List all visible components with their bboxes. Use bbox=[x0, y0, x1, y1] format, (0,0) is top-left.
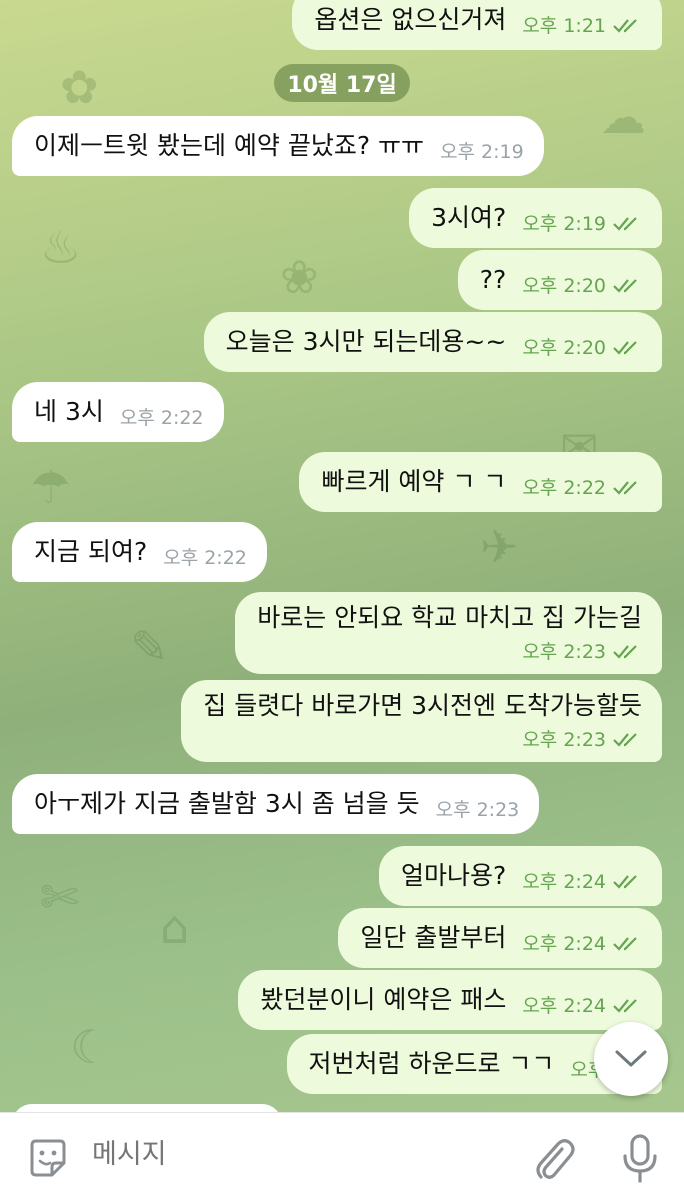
message-bubble-outgoing[interactable]: 집 들렷다 바로가면 3시전엔 도착가능할듯 오후 2:23 bbox=[181, 680, 662, 762]
doodle-icon: ✈ bbox=[480, 520, 519, 574]
message-bubble-outgoing[interactable]: 얼마나용? 오후 2:24 bbox=[379, 846, 662, 906]
message-bubble-outgoing[interactable]: ?? 오후 2:20 bbox=[457, 250, 662, 310]
double-check-icon bbox=[613, 999, 637, 1013]
message-time: 오후 2:19 bbox=[440, 141, 524, 163]
double-check-icon bbox=[613, 481, 637, 495]
message-bubble-incoming[interactable]: 지금 되여? 오후 2:22 bbox=[12, 522, 267, 582]
message-text: 저번처럼 하운드로 ㄱㄱ bbox=[308, 1049, 555, 1078]
message-input[interactable] bbox=[92, 1139, 492, 1170]
message-text: 이제ㅡ트윗 봤는데 예약 끝났죠? ㅠㅠ bbox=[34, 131, 425, 160]
double-check-icon bbox=[613, 279, 637, 293]
message-text: 얼마나용? bbox=[401, 861, 507, 890]
sticker-icon[interactable] bbox=[26, 1137, 70, 1181]
double-check-icon bbox=[613, 645, 637, 659]
message-time: 오후 2:20 bbox=[522, 337, 606, 359]
double-check-icon bbox=[613, 217, 637, 231]
message-bubble-outgoing[interactable]: 오늘은 3시만 되는데용~~ 오후 2:20 bbox=[203, 312, 662, 372]
doodle-icon: ❀ bbox=[280, 250, 319, 304]
doodle-icon: ☾ bbox=[70, 1020, 112, 1074]
message-bubble-outgoing[interactable]: 일단 출발부터 오후 2:24 bbox=[338, 908, 662, 968]
message-time: 오후 2:24 bbox=[522, 995, 606, 1017]
doodle-icon: ☂ bbox=[30, 460, 72, 514]
message-bubble-outgoing[interactable]: 봤던분이니 예약은 패스 오후 2:24 bbox=[238, 970, 662, 1030]
scroll-down-button[interactable] bbox=[594, 1022, 668, 1096]
message-time: 오후 2:19 bbox=[522, 213, 606, 235]
message-bubble-outgoing[interactable]: 바로는 안되요 학교 마치고 집 가는길 오후 2:23 bbox=[235, 592, 662, 674]
message-time: 오후 2:23 bbox=[522, 729, 606, 751]
microphone-icon[interactable] bbox=[620, 1133, 660, 1185]
message-time: 오후 1:21 bbox=[522, 15, 606, 37]
message-bubble-outgoing[interactable]: 3시여? 오후 2:19 bbox=[409, 188, 662, 248]
message-time: 오후 2:22 bbox=[163, 547, 247, 569]
doodle-icon: ✎ bbox=[130, 620, 169, 674]
message-bubble-incoming[interactable]: 네 3시 오후 2:22 bbox=[12, 382, 224, 442]
message-text: 집 들렷다 바로가면 3시전엔 도착가능할듯 bbox=[203, 691, 642, 720]
message-text: 봤던분이니 예약은 패스 bbox=[260, 985, 507, 1014]
date-separator: 10월 17일 bbox=[274, 64, 410, 102]
doodle-icon: ✿ bbox=[60, 60, 99, 114]
double-check-icon bbox=[613, 341, 637, 355]
message-text: 바로는 안되요 학교 마치고 집 가는길 bbox=[257, 603, 642, 632]
message-time: 오후 2:23 bbox=[522, 641, 606, 663]
message-text: 일단 출발부터 bbox=[360, 923, 507, 952]
message-text: 오늘은 3시만 되는데용~~ bbox=[225, 327, 507, 356]
chevron-down-icon bbox=[615, 1050, 647, 1067]
message-time: 오후 2:23 bbox=[435, 799, 520, 821]
doodle-icon: ♨ bbox=[40, 220, 82, 274]
doodle-icon: ✄ bbox=[40, 870, 79, 924]
message-bubble-incoming[interactable] bbox=[12, 1104, 282, 1112]
message-text: 지금 되여? bbox=[34, 537, 148, 566]
message-time: 오후 2:24 bbox=[522, 933, 606, 955]
message-bubble-outgoing[interactable]: 옵션은 없으신거져 오후 1:21 bbox=[292, 0, 662, 50]
double-check-icon bbox=[613, 937, 637, 951]
paperclip-icon[interactable] bbox=[532, 1135, 576, 1183]
doodle-icon: ⌂ bbox=[160, 900, 190, 954]
message-text: 네 3시 bbox=[34, 397, 104, 426]
message-time: 오후 2:24 bbox=[522, 871, 606, 893]
message-time: 오후 2:22 bbox=[119, 407, 204, 429]
double-check-icon bbox=[613, 19, 637, 33]
message-bubble-incoming[interactable]: 아ㅜ제가 지금 출발함 3시 좀 넘을 듯 오후 2:23 bbox=[12, 774, 540, 834]
message-text: ?? bbox=[479, 265, 507, 294]
message-text: 3시여? bbox=[431, 203, 507, 232]
message-text: 옵션은 없으신거져 bbox=[314, 5, 507, 34]
double-check-icon bbox=[613, 733, 637, 747]
doodle-icon: ☁ bbox=[600, 90, 646, 144]
message-time: 오후 2:20 bbox=[522, 275, 606, 297]
message-time: 오후 2:22 bbox=[522, 477, 606, 499]
message-input-bar bbox=[0, 1112, 684, 1201]
message-text: 아ㅜ제가 지금 출발함 3시 좀 넘을 듯 bbox=[34, 789, 420, 818]
message-text: 빠르게 예약 ㄱ ㄱ bbox=[321, 467, 507, 496]
message-bubble-outgoing[interactable]: 빠르게 예약 ㄱ ㄱ 오후 2:22 bbox=[299, 452, 662, 512]
chat-area[interactable]: ✿ ☁ ♨ ❀ ✉ ☂ ✎ ✄ ⌂ ☾ ✈ 옵션은 없으신거져 오후 1:21 … bbox=[0, 0, 684, 1112]
double-check-icon bbox=[613, 875, 637, 889]
message-bubble-incoming[interactable]: 이제ㅡ트윗 봤는데 예약 끝났죠? ㅠㅠ 오후 2:19 bbox=[12, 116, 544, 176]
